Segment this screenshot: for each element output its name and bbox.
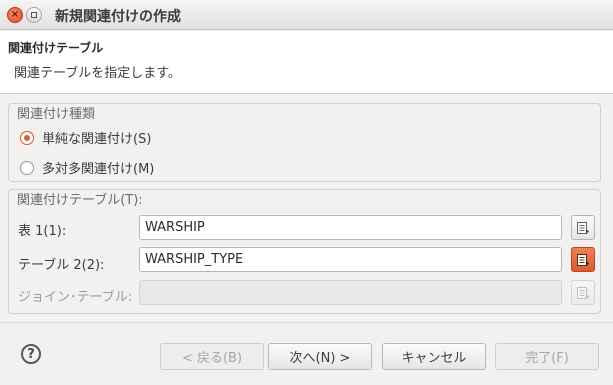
back-button[interactable]: < 戻る(B) [160,343,264,370]
association-tables-label: 関連付けテーブル(T): [17,193,143,208]
page-description: 関連テーブルを指定します。 [14,66,181,81]
table1-label: 表 1(1): [18,224,67,239]
cancel-button[interactable]: キャンセル [382,343,486,370]
next-button[interactable]: 次へ(N) > [268,343,372,370]
finish-button[interactable]: 完了(F) [495,343,599,370]
table1-input[interactable]: WARSHIP [139,215,562,240]
radio-many-to-many[interactable]: 多対多関連付け(M) [20,158,154,177]
help-icon[interactable]: ? [21,344,41,364]
association-type-group: 関連付け種類 単純な関連付け(S) 多対多関連付け(M) [8,103,601,182]
maximize-icon[interactable] [26,7,42,23]
title-bar: × 新規関連付けの作成 [0,0,613,30]
radio-label: 多対多関連付け(M) [42,162,155,177]
association-tables-group: 関連付けテーブル(T): 表 1(1): WARSHIP テーブル 2(2): … [8,189,601,314]
table2-browse-button[interactable] [571,247,595,272]
window-title: 新規関連付けの作成 [55,9,181,25]
radio-label: 単純な関連付け(S) [42,132,152,147]
table2-input[interactable]: WARSHIP_TYPE [139,247,562,272]
join-table-input[interactable] [139,280,562,305]
radio-button[interactable] [20,160,34,175]
wizard-header: 関連付けテーブル 関連テーブルを指定します。 [0,31,613,94]
table1-browse-button[interactable] [571,215,595,240]
browse-table-icon [577,253,589,266]
browse-table-icon [577,221,589,234]
radio-button-checked[interactable] [20,130,34,145]
page-title: 関連付けテーブル [8,41,104,55]
table2-label: テーブル 2(2): [18,258,105,273]
association-type-label: 関連付け種類 [17,107,96,122]
footer-divider [0,322,613,323]
browse-table-icon [577,286,589,299]
join-table-browse-button[interactable] [571,280,595,305]
close-icon[interactable]: × [7,7,23,23]
radio-simple-association[interactable]: 単純な関連付け(S) [20,128,151,147]
join-table-label: ジョイン･テーブル: [18,290,133,305]
